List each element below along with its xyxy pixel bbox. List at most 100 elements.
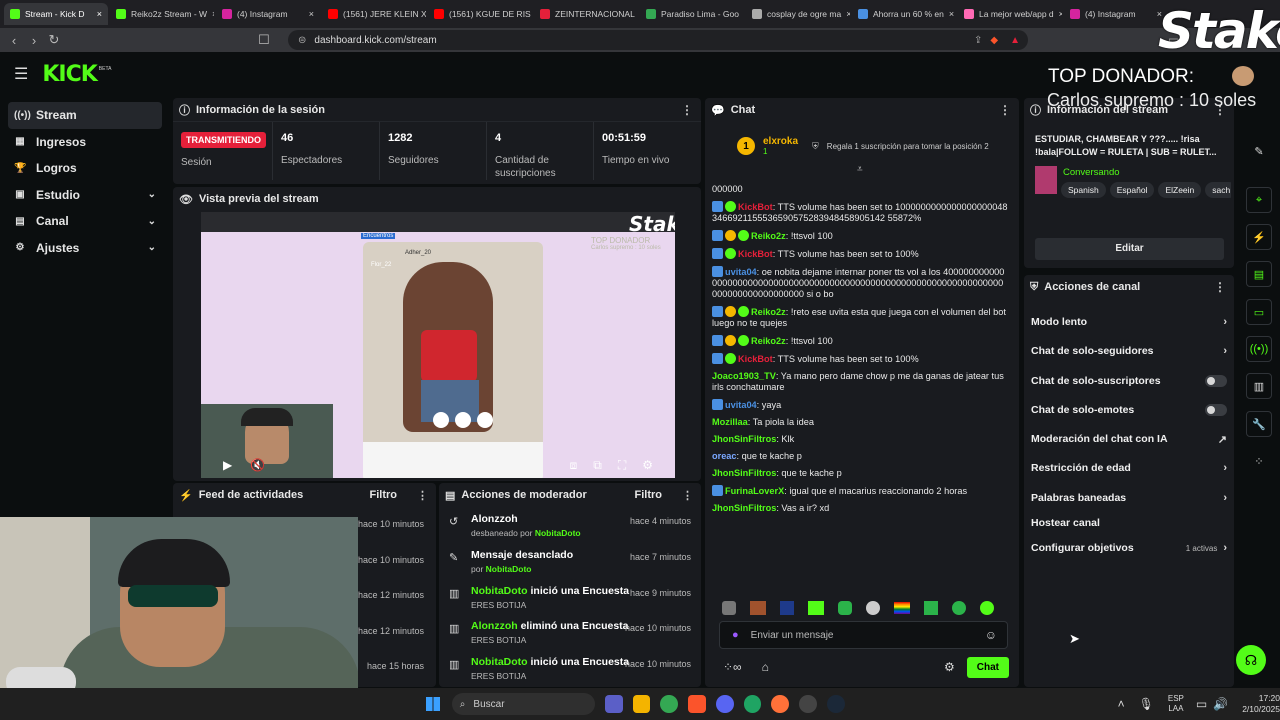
emote-icon[interactable] (838, 601, 852, 615)
clock[interactable]: 17:20 2/10/2025 (1242, 693, 1280, 715)
kick-logo[interactable]: KICK (42, 62, 97, 87)
network-icon[interactable]: ▭ (1196, 697, 1207, 711)
edit-button[interactable]: Editar (1035, 238, 1224, 260)
channel-action-configurar-objetivos[interactable]: Configurar objetivos 1 activas › (1031, 541, 1227, 555)
settings-icon[interactable]: ⚙ (642, 458, 653, 472)
browser-tab[interactable]: Ahorra un 60 % en × (852, 3, 956, 25)
teams-icon[interactable] (604, 695, 623, 713)
mod-action-user[interactable]: Alonzzoh (471, 620, 518, 632)
chrome-icon[interactable] (660, 695, 679, 713)
capture-icon[interactable]: ⌖ (1246, 187, 1272, 213)
stream-tag[interactable]: ElZeein (1158, 182, 1202, 198)
toggle-switch[interactable] (1205, 404, 1227, 416)
chat-username[interactable]: JhonSinFiltros (712, 503, 776, 513)
chevron-down-icon[interactable]: ⌄ (148, 189, 156, 200)
fullscreen-icon[interactable]: ⛶ (618, 458, 626, 473)
channel-action-chat-de-solo-suscriptores[interactable]: Chat de solo-suscriptores (1031, 374, 1227, 388)
mod-filter-button[interactable]: Filtro (635, 489, 663, 501)
tab-close-icon[interactable]: × (97, 9, 102, 19)
bookmark-icon[interactable]: ☐ (254, 32, 274, 48)
browser-tab[interactable]: Paradiso Lima - Goo× (640, 3, 744, 25)
pencil-icon[interactable]: ✎ (1246, 138, 1272, 164)
channel-action-modo-lento[interactable]: Modo lento › (1031, 315, 1227, 329)
play-icon[interactable]: ▶ (223, 458, 232, 472)
windows-start-icon[interactable] (426, 697, 440, 711)
tab-close-icon[interactable]: × (949, 9, 954, 19)
category-name[interactable]: Conversando (1063, 167, 1120, 178)
volume-icon[interactable]: 🔊 (1213, 697, 1228, 711)
stream-preview-video[interactable]: Stake TOP DONADOR Carlos supremo : 10 so… (201, 212, 675, 478)
mod-action-item[interactable]: ▥ NobitaDoto inició una Encuesta ERES BOTI… (439, 656, 701, 687)
chat-username[interactable]: KickBot (738, 202, 773, 212)
tab-close-icon[interactable]: × (212, 9, 214, 19)
browser-tab[interactable]: (4) Instagram × (216, 3, 320, 25)
emote-icon[interactable] (980, 601, 994, 615)
chevron-down-icon[interactable]: ⌄ (148, 242, 156, 253)
store-icon[interactable]: ⌂ (762, 660, 769, 674)
channel-action-palabras-baneadas[interactable]: Palabras baneadas › (1031, 491, 1227, 505)
stream-tag[interactable]: Español (1109, 182, 1155, 198)
explorer-icon[interactable] (632, 695, 651, 713)
sidebar-item-estudio[interactable]: ▣ Estudio ⌄ (8, 182, 162, 209)
browser-tab[interactable]: Reiko2z Stream - W × (110, 3, 214, 25)
brave-shield-icon[interactable]: ◆ (990, 35, 998, 46)
stream-tag[interactable]: Spanish (1061, 182, 1106, 198)
channel-action-restricción-de-edad[interactable]: Restricción de edad › (1031, 461, 1227, 475)
language-indicator[interactable]: ESP LAA (1168, 694, 1184, 714)
support-button[interactable]: ☊ (1236, 645, 1266, 675)
mod-action-item[interactable]: ↺ Alonzzoh desbaneado por NobitaDoto hace 4… (439, 513, 701, 549)
mute-icon[interactable]: 🔇 (250, 458, 265, 472)
emote-icon[interactable] (894, 602, 910, 614)
points-icon[interactable]: ⁘∞ (723, 660, 742, 674)
sidebar-item-ingresos[interactable]: ▦ Ingresos (8, 129, 162, 156)
mod-action-user[interactable]: NobitaDoto (471, 656, 528, 668)
sidebar-item-canal[interactable]: ▤ Canal ⌄ (8, 208, 162, 235)
more-options-icon[interactable]: ⋮ (681, 103, 693, 117)
mod-action-user[interactable]: NobitaDoto (471, 585, 528, 597)
tab-close-icon[interactable]: × (1059, 9, 1062, 19)
emote-icon[interactable] (952, 601, 966, 615)
chat-username[interactable]: Joaco1903_TV (712, 371, 776, 381)
site-info-icon[interactable]: ⊜ (298, 35, 306, 46)
obs-icon[interactable] (799, 695, 817, 713)
chat-username[interactable]: KickBot (738, 249, 773, 259)
chat-username[interactable]: uvita04 (725, 400, 757, 410)
tray-mic-icon[interactable]: 🎙 (1139, 697, 1154, 711)
wrench-icon[interactable]: 🔧 (1246, 411, 1272, 437)
chat-username[interactable]: Reiko2z (751, 307, 786, 317)
sidebar-item-logros[interactable]: 🏆 Logros (8, 155, 162, 182)
back-icon[interactable]: ‹ (4, 33, 24, 48)
sidebar-item-stream[interactable]: ((•)) Stream (8, 102, 162, 129)
more-options-icon[interactable]: ⋮ (1214, 280, 1226, 294)
chat-username[interactable]: Reiko2z (751, 336, 786, 346)
mod-action-sub-user[interactable]: NobitaDoto (535, 528, 581, 538)
mod-action-item[interactable]: ✎ Mensaje desanclado por NobitaDoto hace 7 … (439, 549, 701, 585)
chevron-down-icon[interactable]: ⌄ (148, 216, 156, 227)
channel-action-chat-de-solo-emotes[interactable]: Chat de solo-emotes (1031, 403, 1227, 417)
brave-icon[interactable] (688, 695, 706, 713)
browser-tab[interactable]: ZEINTERNACIONAL× (534, 3, 638, 25)
clipboard-icon[interactable]: ▤ (1246, 261, 1272, 287)
browser-tab[interactable]: (1561) KGUE DE RIS× (428, 3, 532, 25)
firefox-icon[interactable] (771, 695, 790, 713)
emoji-icon[interactable]: ☺ (985, 628, 997, 642)
channel-action-moderación-del-chat-con-ia[interactable]: Moderación del chat con IA ↗ (1031, 432, 1227, 446)
more-options-icon[interactable]: ⋮ (417, 489, 428, 502)
taskbar-search[interactable]: ⌕ Buscar (451, 693, 595, 715)
tab-close-icon[interactable]: × (846, 9, 850, 19)
chat-username[interactable]: uvita04 (725, 267, 757, 277)
pinned-leaderboard[interactable]: 1 elxroka 1 ⛨ Regala 1 suscripción para … (737, 133, 997, 159)
more-options-icon[interactable]: ⋮ (999, 103, 1011, 117)
emote-icon[interactable] (750, 601, 766, 615)
brave-rewards-icon[interactable]: ▲ (1010, 35, 1020, 46)
share-icon[interactable]: ⇪ (974, 35, 982, 46)
pip-icon[interactable]: ⧉ (593, 458, 602, 473)
collapse-icon[interactable]: ⩡ (857, 164, 863, 175)
steam-icon[interactable] (826, 695, 845, 713)
forward-icon[interactable]: › (24, 33, 44, 48)
chat-username[interactable]: Reiko2z (751, 231, 786, 241)
captions-icon[interactable]: ⧈ (570, 458, 578, 473)
stream-tag[interactable]: sach (1205, 182, 1231, 198)
emote-icon[interactable] (808, 601, 824, 615)
emote-icon[interactable] (924, 601, 938, 615)
